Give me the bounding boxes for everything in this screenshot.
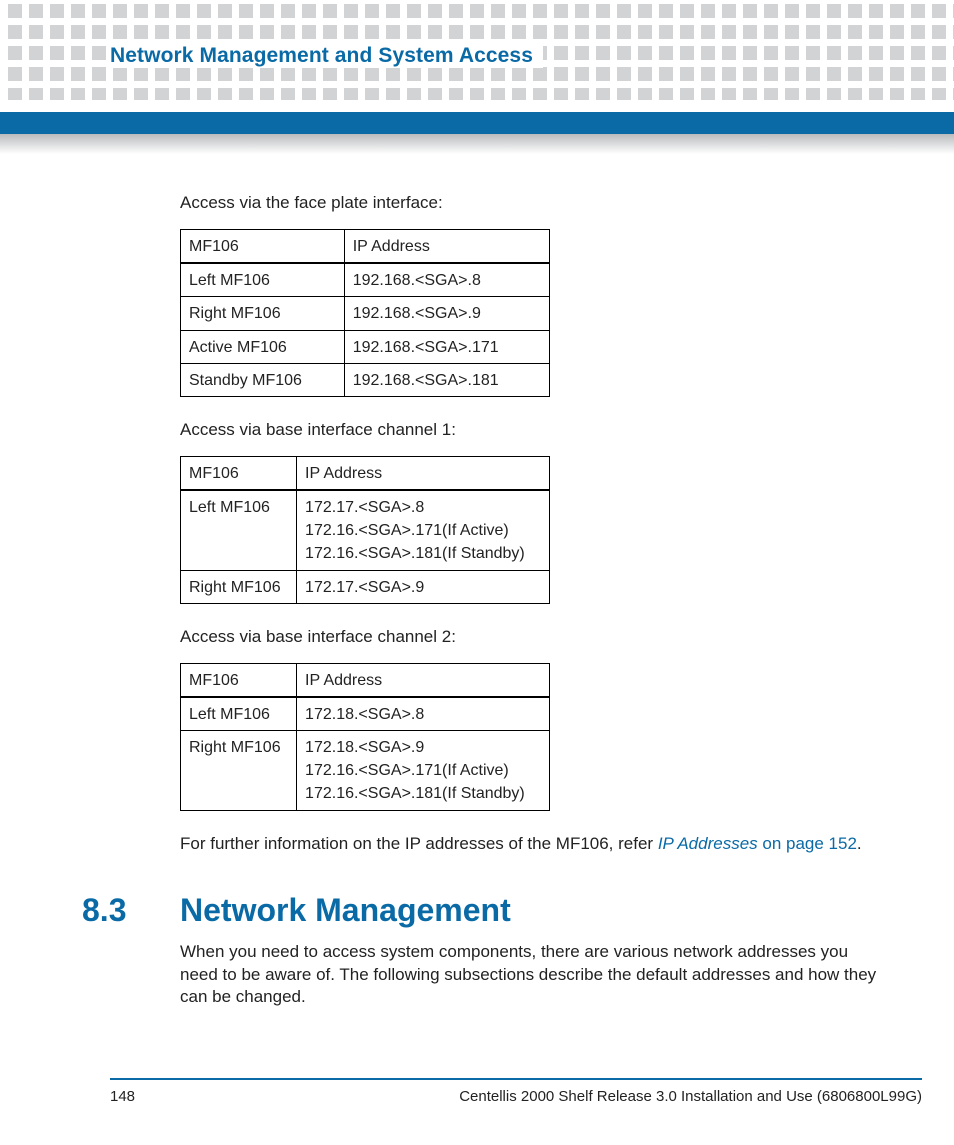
table-row: Standby MF106192.168.<SGA>.181 — [181, 363, 550, 396]
table-header: MF106 — [181, 456, 297, 490]
table-cell: Left MF106 — [181, 490, 297, 570]
page-number: 148 — [110, 1088, 135, 1105]
table-cell: Active MF106 — [181, 330, 345, 363]
chapter-title: Network Management and System Access — [110, 44, 543, 68]
document-title: Centellis 2000 Shelf Release 3.0 Install… — [459, 1088, 922, 1105]
table-faceplate: MF106 IP Address Left MF106192.168.<SGA>… — [180, 229, 550, 397]
cross-reference-link[interactable]: on page 152 — [758, 834, 857, 853]
table-cell: 172.17.<SGA>.9 — [297, 570, 550, 603]
table-header: MF106 — [181, 229, 345, 263]
section-heading: 8.3 Network Management — [82, 892, 884, 929]
table-row: Right MF106192.168.<SGA>.9 — [181, 297, 550, 330]
table-cell: Standby MF106 — [181, 363, 345, 396]
page-footer: 148 Centellis 2000 Shelf Release 3.0 Ins… — [0, 1078, 954, 1105]
header-blue-bar — [0, 112, 954, 134]
section-title: Network Management — [180, 892, 511, 929]
table-cell: 192.168.<SGA>.8 — [344, 263, 549, 297]
table-cell: 192.168.<SGA>.181 — [344, 363, 549, 396]
header-shadow — [0, 134, 954, 154]
table-cell: Right MF106 — [181, 731, 297, 811]
table-header: IP Address — [297, 663, 550, 697]
text: . — [857, 834, 862, 853]
paragraph: Access via base interface channel 1: — [180, 419, 884, 442]
table-cell: 192.168.<SGA>.9 — [344, 297, 549, 330]
paragraph: When you need to access system component… — [180, 941, 884, 1010]
paragraph: Access via base interface channel 2: — [180, 626, 884, 649]
table-header: IP Address — [344, 229, 549, 263]
table-cell: Left MF106 — [181, 697, 297, 731]
footer-rule — [110, 1078, 922, 1080]
table-cell: Right MF106 — [181, 570, 297, 603]
table-cell: 192.168.<SGA>.171 — [344, 330, 549, 363]
text: For further information on the IP addres… — [180, 834, 658, 853]
table-cell: 172.18.<SGA>.9 172.16.<SGA>.171(If Activ… — [297, 731, 550, 811]
table-base-ch2: MF106 IP Address Left MF106172.18.<SGA>.… — [180, 663, 550, 811]
table-header: IP Address — [297, 456, 550, 490]
table-base-ch1: MF106 IP Address Left MF106172.17.<SGA>.… — [180, 456, 550, 604]
table-row: Left MF106172.17.<SGA>.8 172.16.<SGA>.17… — [181, 490, 550, 570]
table-cell: Left MF106 — [181, 263, 345, 297]
table-cell: Right MF106 — [181, 297, 345, 330]
paragraph: Access via the face plate interface: — [180, 192, 884, 215]
table-cell: 172.18.<SGA>.8 — [297, 697, 550, 731]
table-row: Active MF106192.168.<SGA>.171 — [181, 330, 550, 363]
cross-reference-link[interactable]: IP Addresses — [658, 834, 758, 853]
section-number: 8.3 — [82, 892, 144, 929]
table-row: Left MF106192.168.<SGA>.8 — [181, 263, 550, 297]
table-row: Right MF106172.17.<SGA>.9 — [181, 570, 550, 603]
paragraph-with-link: For further information on the IP addres… — [180, 833, 884, 856]
table-row: Right MF106172.18.<SGA>.9 172.16.<SGA>.1… — [181, 731, 550, 811]
table-cell: 172.17.<SGA>.8 172.16.<SGA>.171(If Activ… — [297, 490, 550, 570]
table-header: MF106 — [181, 663, 297, 697]
table-row: Left MF106172.18.<SGA>.8 — [181, 697, 550, 731]
